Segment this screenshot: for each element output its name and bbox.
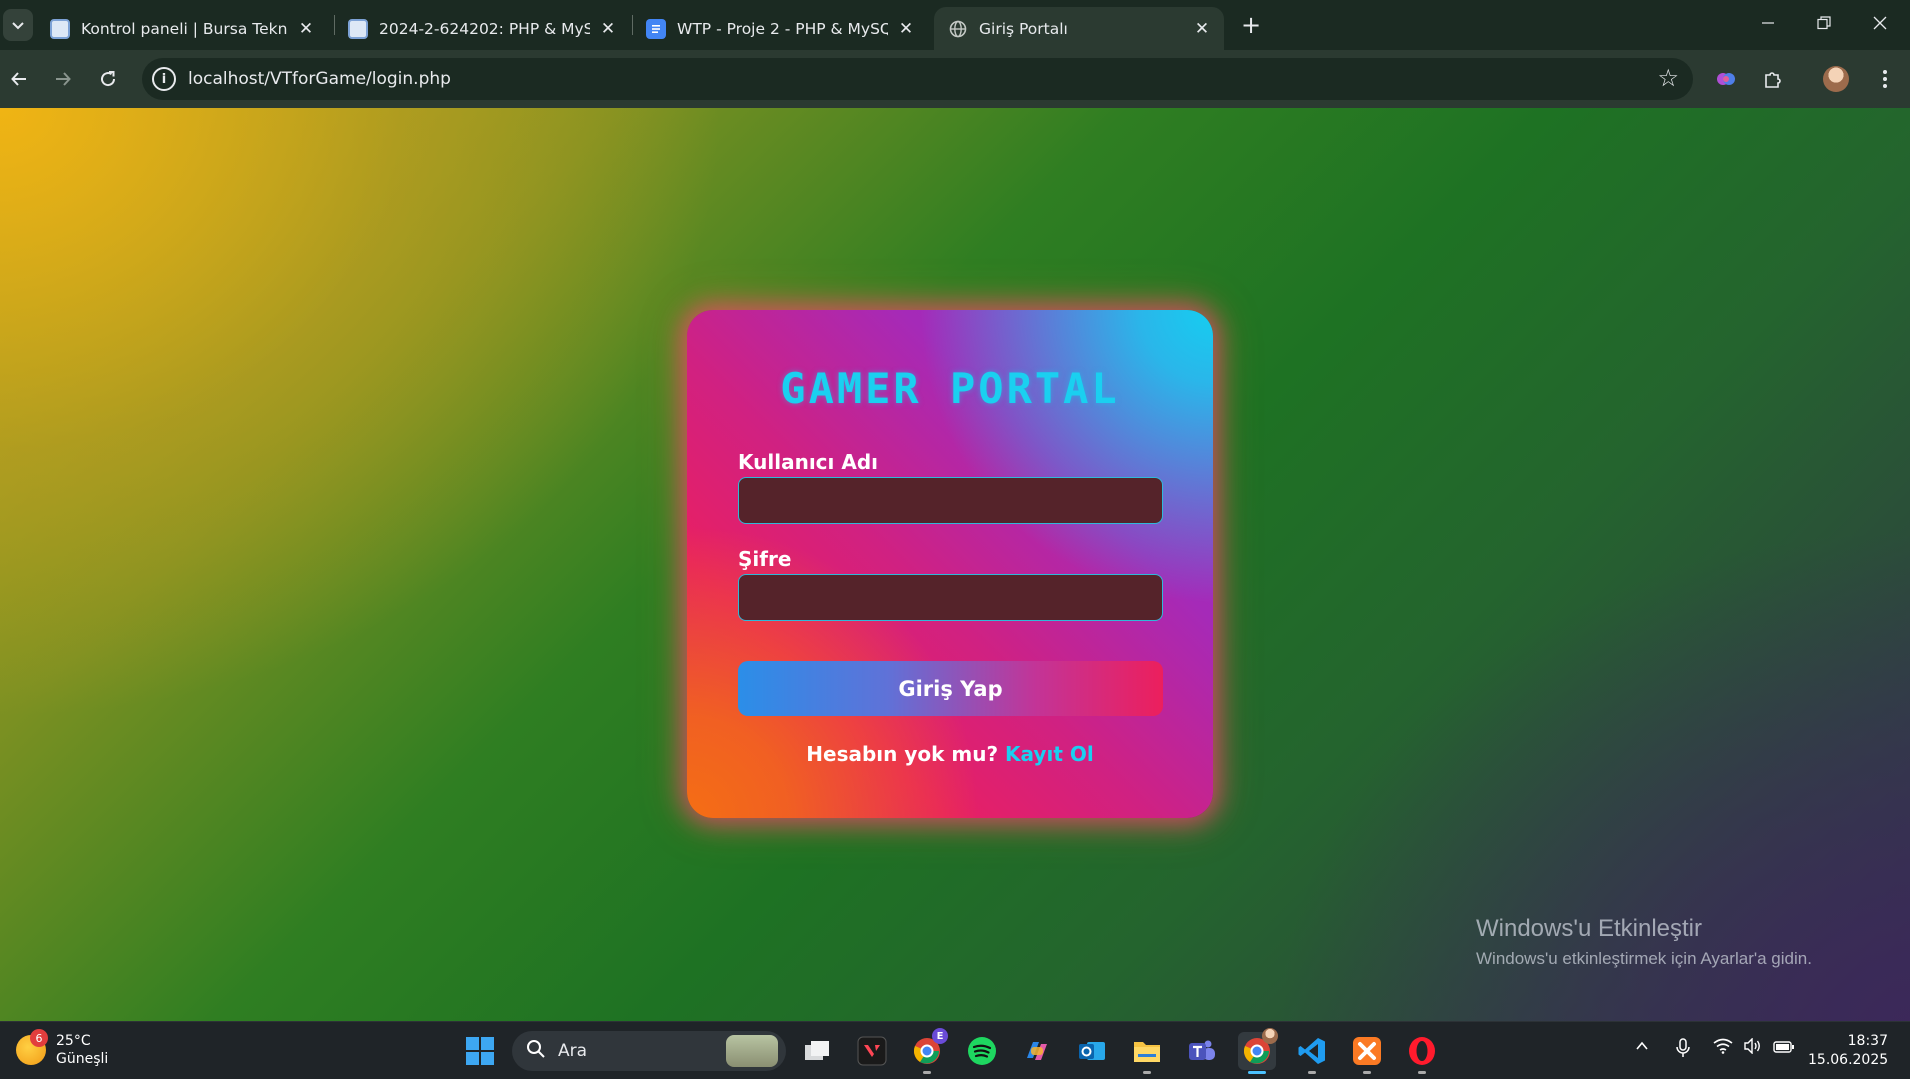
- new-tab-button[interactable]: +: [1236, 10, 1266, 40]
- register-link[interactable]: Kayıt Ol: [1005, 742, 1094, 766]
- register-prompt: Hesabın yok mu? Kayıt Ol: [687, 742, 1213, 766]
- running-indicator: [923, 1071, 931, 1074]
- running-indicator: [1248, 1071, 1266, 1074]
- site-info-icon[interactable]: i: [152, 67, 176, 91]
- arrow-right-icon: [56, 72, 71, 86]
- username-label: Kullanıcı Adı: [738, 450, 879, 474]
- url-text[interactable]: localhost/VTforGame/login.php: [188, 69, 451, 89]
- chevron-down-icon: [12, 22, 24, 30]
- extensions-puzzle-icon[interactable]: [1756, 62, 1790, 96]
- register-question: Hesabın yok mu?: [806, 742, 999, 766]
- running-indicator: [1363, 1071, 1371, 1074]
- tab-title: 2024-2-624202: PHP & MySQL: [379, 19, 590, 38]
- weather-widget[interactable]: 6 25°C Güneşli: [16, 1029, 109, 1068]
- tab-giris-portali[interactable]: Giriş Portalı ✕: [934, 7, 1224, 50]
- chrome-icon[interactable]: [1238, 1028, 1278, 1074]
- menu-kebab-icon[interactable]: [1868, 62, 1902, 96]
- password-label: Şifre: [738, 547, 792, 571]
- clock-date: 15.06.2025: [1808, 1052, 1889, 1068]
- chrome-profile-icon[interactable]: E: [908, 1028, 948, 1074]
- vscode-icon[interactable]: [1293, 1032, 1331, 1074]
- password-input[interactable]: [738, 574, 1163, 621]
- search-icon: [526, 1039, 546, 1064]
- page-viewport: GAMER PORTAL Kullanıcı Adı Şifre Giriş Y…: [0, 108, 1910, 1021]
- tab-title: WTP - Proje 2 - PHP & MySQL: [677, 19, 888, 38]
- reload-button[interactable]: [91, 62, 125, 96]
- profile-avatar[interactable]: [1819, 62, 1853, 96]
- address-bar[interactable]: i localhost/VTforGame/login.php ☆: [142, 58, 1693, 100]
- minimize-icon: [1762, 22, 1774, 24]
- tab-title: Giriş Portalı: [979, 19, 1068, 38]
- windows-taskbar: 6 25°C Güneşli Ara E 18:37 15.06.2025: [0, 1021, 1910, 1079]
- running-indicator: [1308, 1071, 1316, 1074]
- tab-wtp-proje[interactable]: WTP - Proje 2 - PHP & MySQL ✕: [632, 7, 928, 50]
- windows-logo-icon: [466, 1037, 494, 1065]
- teams-icon[interactable]: [1183, 1032, 1221, 1070]
- task-view-icon[interactable]: [798, 1032, 836, 1070]
- watermark-subtitle: Windows'u etkinleştirmek için Ayarlar'a …: [1476, 949, 1812, 968]
- arrow-left-icon: [11, 72, 26, 86]
- restore-button[interactable]: [1796, 0, 1852, 46]
- tab-php-mysql-course[interactable]: 2024-2-624202: PHP & MySQL ✕: [334, 7, 630, 50]
- show-hidden-icons-chevron-up-icon[interactable]: [1634, 1038, 1650, 1059]
- university-icon: [348, 18, 368, 39]
- login-card: GAMER PORTAL Kullanıcı Adı Şifre Giriş Y…: [687, 310, 1213, 818]
- system-clock[interactable]: 18:37 15.06.2025: [1808, 1032, 1888, 1070]
- close-icon[interactable]: ✕: [1192, 19, 1212, 39]
- close-icon: [1873, 16, 1887, 30]
- search-highlight-image: [726, 1035, 778, 1067]
- valorant-icon[interactable]: [853, 1032, 891, 1070]
- globe-icon: [948, 19, 968, 39]
- battery-icon[interactable]: [1773, 1038, 1795, 1059]
- close-icon[interactable]: ✕: [598, 19, 618, 39]
- xampp-icon[interactable]: [1348, 1032, 1386, 1074]
- spotify-icon[interactable]: [963, 1032, 1001, 1070]
- windows-activation-watermark: Windows'u Etkinleştir Windows'u etkinleş…: [1476, 915, 1812, 969]
- volume-icon[interactable]: [1743, 1037, 1763, 1059]
- copilot-icon[interactable]: [1018, 1032, 1056, 1070]
- browser-tab-strip: Kontrol paneli | Bursa Teknik Ün ✕ 2024-…: [0, 0, 1910, 50]
- clock-time: 18:37: [1847, 1033, 1888, 1049]
- search-placeholder: Ara: [558, 1041, 588, 1061]
- running-indicator: [1418, 1071, 1426, 1074]
- taskbar-search[interactable]: Ara: [512, 1031, 786, 1071]
- avatar: [1262, 1028, 1278, 1044]
- star-icon[interactable]: ☆: [1657, 64, 1679, 92]
- username-input[interactable]: [738, 477, 1163, 524]
- close-icon[interactable]: ✕: [296, 19, 316, 39]
- weather-temp: 25°C: [56, 1033, 91, 1049]
- close-icon[interactable]: ✕: [896, 19, 916, 39]
- notification-badge: 6: [30, 1029, 48, 1047]
- extension-brain-icon[interactable]: [1709, 62, 1743, 96]
- back-button[interactable]: [2, 62, 36, 96]
- forward-button[interactable]: [46, 62, 80, 96]
- outlook-icon[interactable]: [1073, 1032, 1111, 1070]
- tab-kontrol-paneli[interactable]: Kontrol paneli | Bursa Teknik Ün ✕: [36, 7, 328, 50]
- wifi-icon[interactable]: [1713, 1038, 1733, 1059]
- start-button[interactable]: [461, 1032, 499, 1070]
- microphone-icon[interactable]: [1675, 1038, 1691, 1063]
- running-indicator: [1143, 1071, 1151, 1074]
- tab-title: Kontrol paneli | Bursa Teknik Ün: [81, 19, 288, 38]
- watermark-title: Windows'u Etkinleştir: [1476, 915, 1702, 942]
- tab-search-button[interactable]: [3, 9, 33, 41]
- sun-icon: 6: [16, 1029, 48, 1065]
- reload-icon: [101, 71, 116, 87]
- restore-icon: [1817, 16, 1831, 30]
- close-window-button[interactable]: [1852, 0, 1908, 46]
- weather-desc: Güneşli: [56, 1051, 109, 1067]
- file-explorer-icon[interactable]: [1128, 1032, 1166, 1074]
- page-title: GAMER PORTAL: [780, 364, 1120, 413]
- minimize-button[interactable]: [1740, 0, 1796, 46]
- university-icon: [50, 18, 70, 39]
- opera-icon[interactable]: [1403, 1032, 1441, 1074]
- avatar: [1823, 66, 1849, 92]
- browser-toolbar: i localhost/VTforGame/login.php ☆: [0, 50, 1910, 108]
- login-button[interactable]: Giriş Yap: [738, 661, 1163, 716]
- docs-icon: [646, 18, 666, 39]
- profile-badge: E: [932, 1028, 948, 1044]
